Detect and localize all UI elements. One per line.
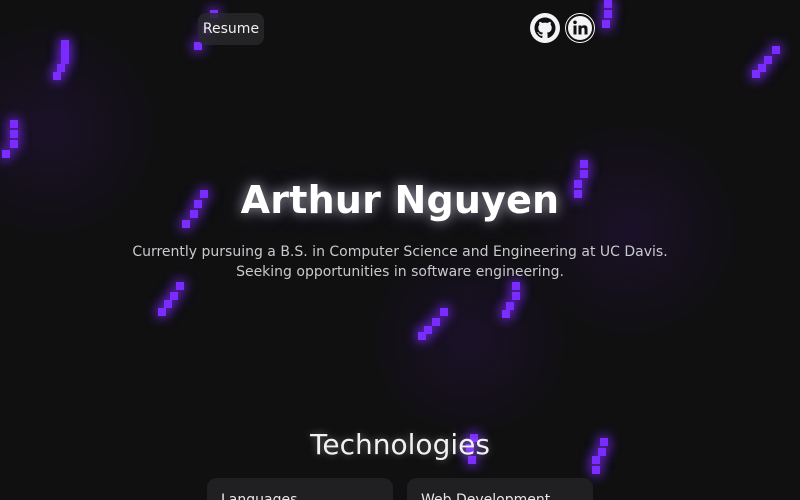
hero-name: Arthur Nguyen	[240, 178, 560, 222]
top-nav: Resume	[0, 0, 800, 58]
hero-subtitle-line1: Currently pursuing a B.S. in Computer Sc…	[132, 244, 668, 260]
pixel-streak	[154, 278, 194, 358]
linkedin-link[interactable]	[565, 13, 595, 43]
tech-card-label: Languages	[221, 492, 298, 500]
pixel-streak	[412, 306, 452, 386]
github-link[interactable]	[530, 13, 560, 43]
linkedin-icon	[565, 13, 595, 43]
hero-subtitle-line2: Seeking opportunities in software engine…	[236, 264, 564, 280]
pixel-streak	[496, 280, 536, 360]
github-icon	[533, 16, 557, 40]
tech-card-web-development: Web Development	[407, 478, 593, 500]
resume-button[interactable]: Resume	[198, 13, 264, 45]
background-glow	[520, 120, 740, 340]
tech-card-languages: Languages	[207, 478, 393, 500]
portfolio-page: Resume Arthur Nguyen Currently pursuing …	[0, 0, 800, 500]
technologies-title: Technologies	[310, 428, 490, 461]
tech-card-label: Web Development	[421, 492, 551, 500]
